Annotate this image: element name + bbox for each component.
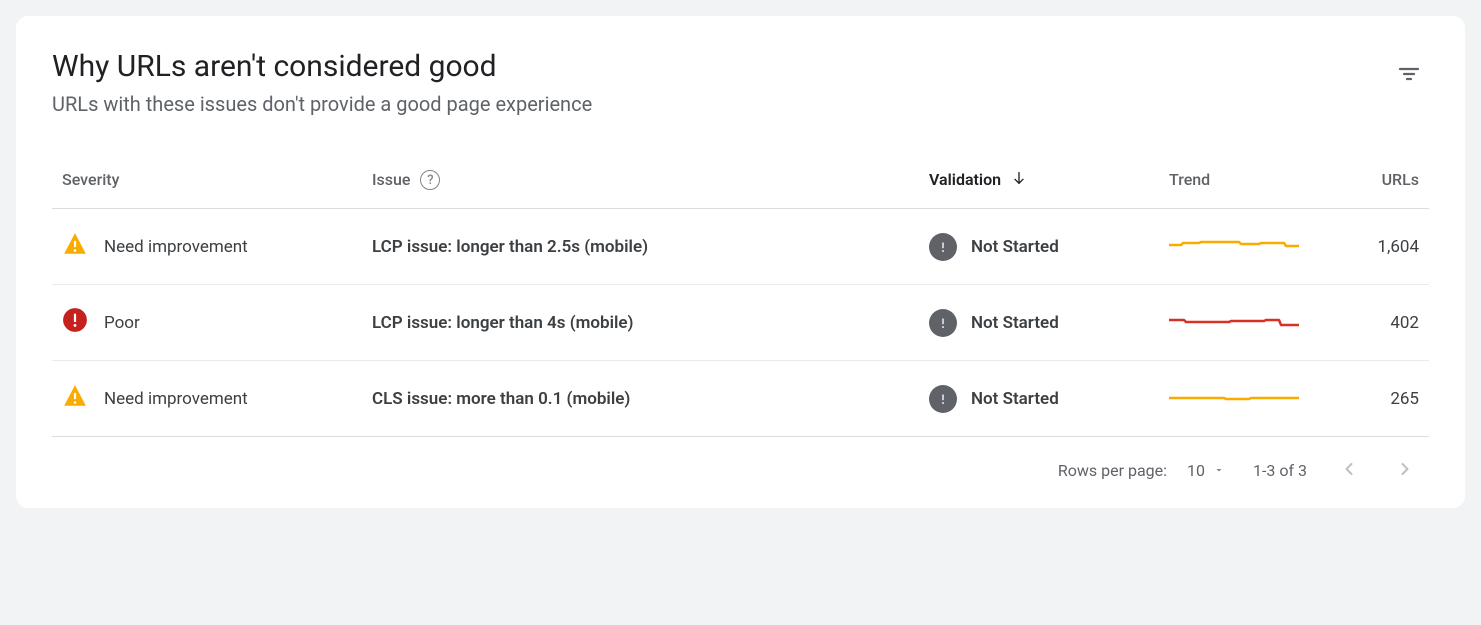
table-row[interactable]: Poor LCP issue: longer than 4s (mobile) No… [52,285,1429,361]
issue-text: CLS issue: more than 0.1 (mobile) [372,389,630,409]
error-icon [62,307,88,338]
severity-cell: Poor [62,307,352,338]
validation-label: Not Started [971,389,1059,409]
col-header-severity[interactable]: Severity [52,156,362,209]
validation-cell: Not Started [929,233,1149,261]
urls-count: 1,604 [1377,237,1419,257]
trend-sparkline [1169,313,1299,333]
severity-cell: Need improvement [62,231,352,262]
chevron-left-icon [1339,467,1359,482]
table-row[interactable]: Need improvement CLS issue: more than 0.1… [52,361,1429,437]
issue-text: LCP issue: longer than 4s (mobile) [372,313,634,333]
urls-count: 402 [1390,313,1419,333]
filter-icon [1397,74,1421,89]
dropdown-icon [1213,461,1225,480]
validation-cell: Not Started [929,309,1149,337]
col-header-issue[interactable]: Issue ? [362,156,919,209]
col-header-trend[interactable]: Trend [1159,156,1329,209]
help-icon[interactable]: ? [420,170,440,190]
table-row[interactable]: Need improvement LCP issue: longer than 2… [52,209,1429,285]
rows-per-page-group: Rows per page: 10 [1058,461,1225,480]
issues-table: Severity Issue ? Validation Trend URLs N… [52,156,1429,438]
exclamation-icon [929,309,957,337]
col-header-urls[interactable]: URLs [1329,156,1429,209]
rows-per-page-value: 10 [1187,461,1205,480]
chevron-right-icon [1395,467,1415,482]
validation-label: Not Started [971,313,1059,333]
card-title: Why URLs aren't considered good [52,48,1389,86]
exclamation-icon [929,233,957,261]
severity-label: Poor [104,313,140,333]
severity-label: Need improvement [104,389,248,409]
issues-card: Why URLs aren't considered good URLs wit… [16,16,1465,508]
trend-sparkline [1169,237,1299,257]
severity-label: Need improvement [104,237,248,257]
pagination: Rows per page: 10 1-3 of 3 [52,437,1429,496]
issue-text: LCP issue: longer than 2.5s (mobile) [372,237,648,257]
validation-label: Not Started [971,237,1059,257]
warning-icon [62,383,88,414]
filter-button[interactable] [1389,54,1429,97]
card-subtitle: URLs with these issues don't provide a g… [52,92,1389,116]
card-header: Why URLs aren't considered good URLs wit… [52,48,1429,116]
next-page-button[interactable] [1391,455,1419,486]
validation-cell: Not Started [929,385,1149,413]
rows-per-page-label: Rows per page: [1058,461,1167,480]
col-header-validation[interactable]: Validation [919,156,1159,209]
severity-cell: Need improvement [62,383,352,414]
arrow-down-icon [1011,171,1027,190]
rows-per-page-select[interactable]: 10 [1187,461,1225,480]
exclamation-icon [929,385,957,413]
pagination-range: 1-3 of 3 [1253,461,1307,480]
trend-sparkline [1169,389,1299,409]
prev-page-button[interactable] [1335,455,1363,486]
urls-count: 265 [1390,389,1419,409]
warning-icon [62,231,88,262]
header-titles: Why URLs aren't considered good URLs wit… [52,48,1389,116]
